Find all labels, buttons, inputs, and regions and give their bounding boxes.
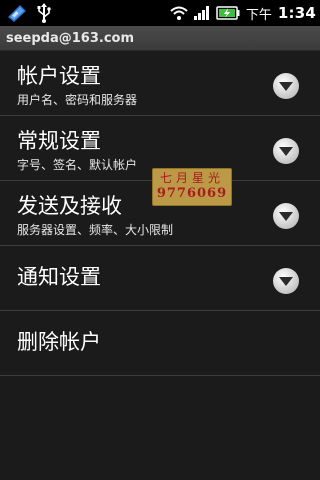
status-bar: 下午 1:34 (0, 0, 320, 26)
account-header: seepda@163.com (0, 26, 320, 51)
menu-item-title: 常规设置 (17, 129, 101, 153)
usb-icon (36, 3, 52, 23)
app-icon (6, 3, 28, 23)
menu-item-delete-account[interactable]: 删除帐户 (0, 311, 320, 376)
watermark-stamp: 七月星光 9776069 (152, 168, 232, 206)
menu-item-subtitle: 服务器设置、频率、大小限制 (17, 223, 174, 237)
menu-item-title: 删除帐户 (17, 330, 101, 354)
menu-item-title: 发送及接收 (17, 194, 122, 218)
menu-item-subtitle: 字号、签名、默认帐户 (17, 158, 138, 172)
signal-icon (193, 6, 210, 20)
menu-item-subtitle: 用户名、密码和服务器 (17, 93, 138, 107)
watermark-line1: 七月星光 (159, 171, 224, 185)
account-email: seepda@163.com (6, 30, 135, 46)
chevron-down-icon[interactable] (272, 202, 300, 230)
chevron-down-icon[interactable] (272, 137, 300, 165)
menu-item-title: 帐户设置 (17, 64, 101, 88)
menu-item-account-settings[interactable]: 帐户设置 用户名、密码和服务器 (0, 51, 320, 116)
battery-charging-icon (216, 6, 240, 20)
settings-list: 帐户设置 用户名、密码和服务器 常规设置 字号、签名、默认帐户 发送及接收 服务… (0, 51, 320, 376)
clock: 1:34 (277, 4, 316, 22)
watermark-line2: 9776069 (156, 186, 228, 201)
menu-item-notification-settings[interactable]: 通知设置 (0, 246, 320, 311)
wifi-icon (170, 6, 188, 20)
chevron-down-icon[interactable] (272, 267, 300, 295)
chevron-down-icon[interactable] (272, 72, 300, 100)
menu-item-title: 通知设置 (17, 265, 101, 289)
time-ampm: 下午 (245, 7, 272, 23)
